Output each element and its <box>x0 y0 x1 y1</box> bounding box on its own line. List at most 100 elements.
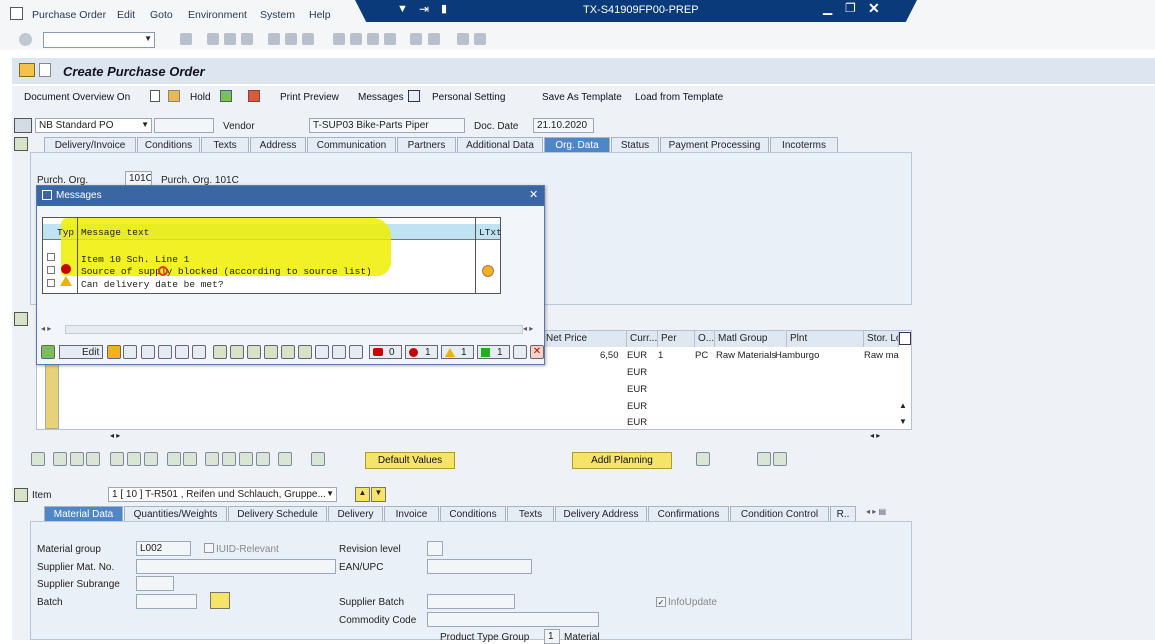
dropdown-arrow-icon[interactable]: ▼ <box>397 3 408 15</box>
supplier-batch-field[interactable] <box>427 594 515 609</box>
minimize-icon[interactable]: ▁ <box>823 1 832 15</box>
sort-asc-icon[interactable] <box>205 452 219 466</box>
system-menu-icon[interactable] <box>10 7 23 20</box>
copy-icon[interactable] <box>53 452 67 466</box>
row4-currency[interactable]: EUR <box>627 401 647 412</box>
item-selector[interactable]: 1 [ 10 ] T-R501 , Reifen und Schlauch, G… <box>108 487 337 502</box>
first-page-icon[interactable] <box>333 33 345 45</box>
technical-info-icon[interactable] <box>123 345 137 359</box>
menu-help[interactable]: Help <box>309 9 331 21</box>
info-icon[interactable] <box>408 90 420 102</box>
scroll-left-icon[interactable]: ◂ ▸ <box>110 431 120 440</box>
scroll-up-icon[interactable]: ▲ <box>899 401 907 410</box>
collapse-item-detail-icon[interactable] <box>14 488 28 502</box>
cancel-icon[interactable] <box>241 33 253 45</box>
tab-scroll-icons[interactable]: ◂ ▸ ▤ <box>866 507 910 520</box>
tab-address[interactable]: Address <box>250 137 306 152</box>
command-field[interactable]: ▼ <box>43 32 155 48</box>
print-preview-button[interactable]: Print Preview <box>280 92 339 103</box>
layout-icon[interactable] <box>474 33 486 45</box>
tab-incoterms[interactable]: Incoterms <box>770 137 838 152</box>
tab-org-data[interactable]: Org. Data <box>544 137 610 152</box>
tab-delivery[interactable]: Delivery <box>328 506 383 521</box>
deselect-icon[interactable] <box>183 452 197 466</box>
menu-system[interactable]: System <box>260 9 295 21</box>
paste-icon[interactable] <box>70 452 84 466</box>
msg-sum-icon[interactable] <box>264 345 278 359</box>
exit-icon[interactable] <box>224 33 236 45</box>
row1-stor-loc[interactable]: Raw ma <box>864 350 899 361</box>
schedule-icon[interactable] <box>773 452 787 466</box>
tab-status[interactable]: Status <box>611 137 659 152</box>
error-count-button[interactable]: 1 <box>405 345 438 359</box>
next-message-icon[interactable] <box>175 345 189 359</box>
menu-purchase-order[interactable]: Purchase Order <box>32 9 106 21</box>
row2-checkbox[interactable] <box>47 266 55 274</box>
tab-quantities-weights[interactable]: Quantities/Weights <box>124 506 227 521</box>
personal-setting-button[interactable]: Personal Setting <box>432 92 505 103</box>
new-session-icon[interactable] <box>410 33 422 45</box>
row1-plant[interactable]: Hamburgo <box>775 350 819 361</box>
load-template-button[interactable]: Load from Template <box>635 92 723 103</box>
find-next-icon[interactable] <box>302 33 314 45</box>
tab-item-texts[interactable]: Texts <box>507 506 554 521</box>
scroll-down-icon[interactable]: ▼ <box>899 417 907 426</box>
shortcut-icon[interactable] <box>428 33 440 45</box>
po-number-field[interactable] <box>154 118 214 133</box>
product-type-field[interactable]: 1 <box>544 629 560 644</box>
col-stor-loc[interactable]: Stor. Lo <box>864 331 899 347</box>
tab-condition-control[interactable]: Condition Control <box>730 506 829 521</box>
row1-net-price[interactable]: 6,50 <box>600 350 619 361</box>
doc-date-field[interactable]: 21.10.2020 <box>533 118 594 133</box>
message-row-3[interactable]: Can delivery date be met? <box>81 279 224 290</box>
long-text-icon[interactable] <box>482 265 494 277</box>
tab-confirmations[interactable]: Confirmations <box>648 506 729 521</box>
dialog-scroll-left-icon[interactable]: ◂ ▸ <box>41 324 51 333</box>
batch-detail-button[interactable] <box>210 592 230 609</box>
pin-icon[interactable]: ⇥ <box>419 2 429 16</box>
revision-field[interactable] <box>427 541 443 556</box>
tab-more[interactable]: R.. <box>830 506 856 521</box>
delete-icon[interactable] <box>110 452 124 466</box>
export-icon[interactable] <box>278 452 292 466</box>
save-icon[interactable] <box>180 33 192 45</box>
sort-desc-icon[interactable] <box>222 452 236 466</box>
tab-conditions[interactable]: Conditions <box>137 137 200 152</box>
total-icon[interactable] <box>256 452 270 466</box>
tab-delivery-invoice[interactable]: Delivery/Invoice <box>44 137 136 152</box>
menu-edit[interactable]: Edit <box>117 9 135 21</box>
hold-button[interactable]: Hold <box>190 92 211 103</box>
prev-message-icon[interactable] <box>158 345 172 359</box>
continue-icon[interactable] <box>41 345 55 359</box>
msg-info-icon[interactable] <box>513 345 527 359</box>
col-currency[interactable]: Curr... <box>627 331 658 347</box>
collapse-items-icon[interactable] <box>14 312 28 326</box>
default-values-button[interactable]: Default Values <box>365 452 455 469</box>
msg-subtotal-icon[interactable] <box>281 345 295 359</box>
tab-delivery-schedule[interactable]: Delivery Schedule <box>228 506 327 521</box>
unlock-icon[interactable] <box>144 452 158 466</box>
row3-checkbox[interactable] <box>47 279 55 287</box>
tab-material-data[interactable]: Material Data <box>44 506 123 521</box>
tab-partners[interactable]: Partners <box>397 137 456 152</box>
last-page-icon[interactable] <box>384 33 396 45</box>
previous-item-button[interactable]: ▲ <box>355 487 370 502</box>
tab-invoice[interactable]: Invoice <box>384 506 439 521</box>
material-group-field[interactable]: L002 <box>136 541 191 556</box>
row5-currency[interactable]: EUR <box>627 417 647 428</box>
details-icon[interactable] <box>31 452 45 466</box>
batch-field[interactable] <box>136 594 197 609</box>
col-plant[interactable]: Plnt <box>787 331 864 347</box>
new-document-icon[interactable] <box>150 90 160 102</box>
message-row-1[interactable]: Item 10 Sch. Line 1 <box>81 254 189 265</box>
save-template-button[interactable]: Save As Template <box>542 92 622 103</box>
iuid-checkbox[interactable] <box>204 543 214 553</box>
layout-grid-icon[interactable] <box>311 452 325 466</box>
doc-overview-button[interactable]: Document Overview On <box>24 92 130 103</box>
select-all-icon[interactable] <box>167 452 181 466</box>
tab-payment-processing[interactable]: Payment Processing <box>660 137 769 152</box>
msg-find-icon[interactable] <box>332 345 346 359</box>
lock-icon[interactable] <box>127 452 141 466</box>
vendor-field[interactable]: T-SUP03 Bike-Parts Piper <box>309 118 465 133</box>
col-typ[interactable]: Typ <box>57 227 74 238</box>
